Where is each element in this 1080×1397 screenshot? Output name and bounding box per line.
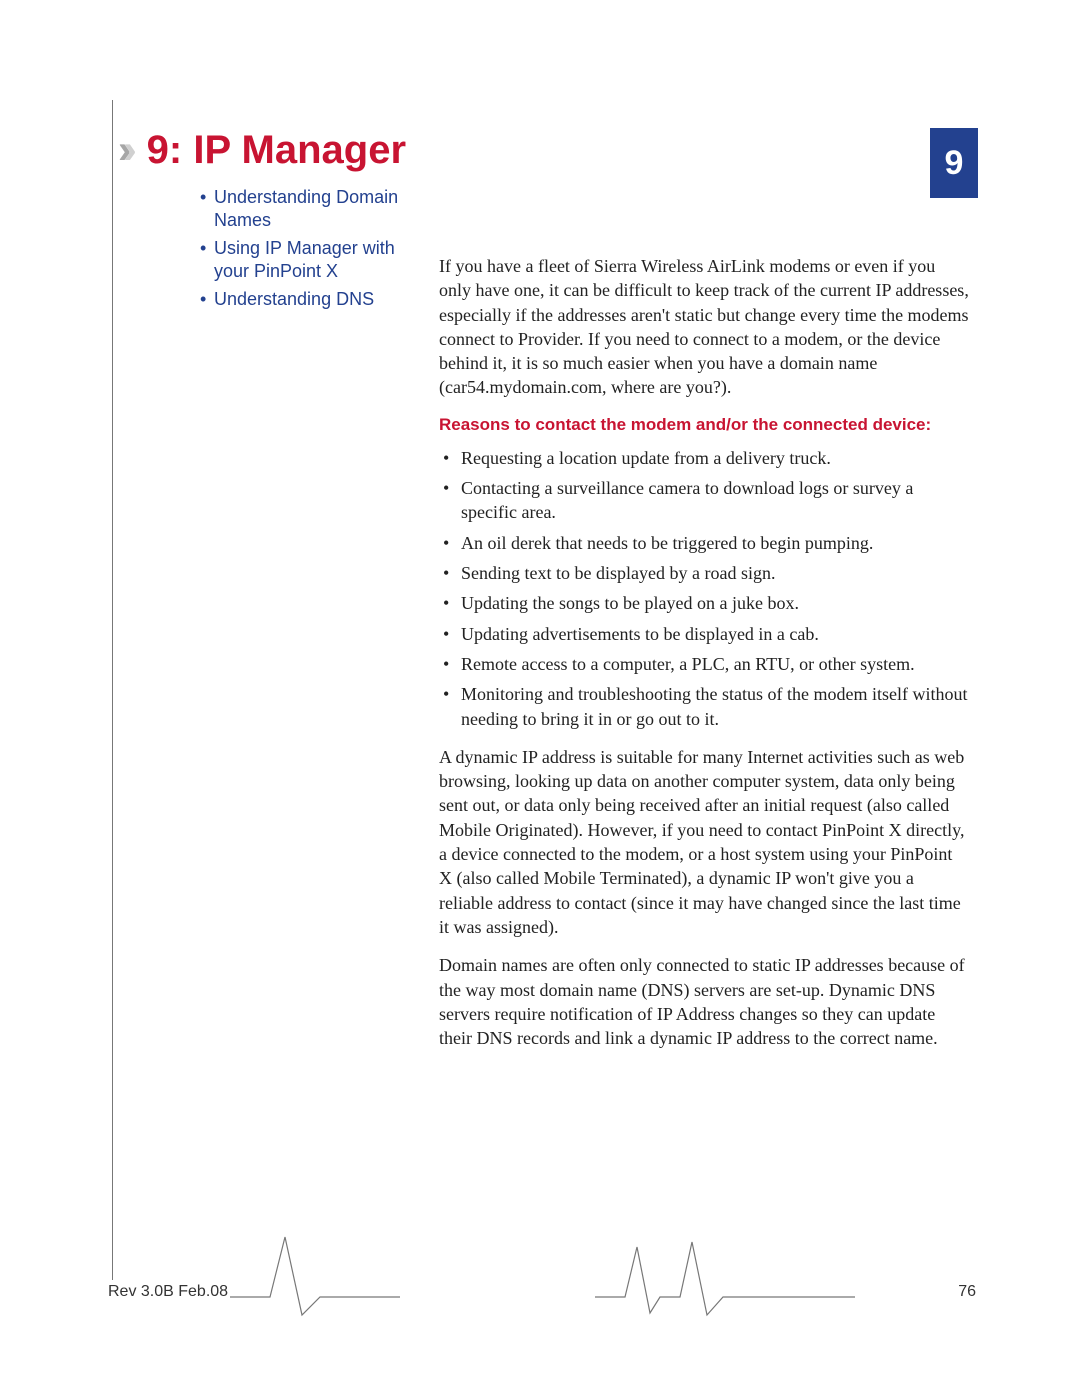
page: 9 ›› 9: IP Manager • Understanding Domai…	[0, 0, 1080, 1397]
toc-link[interactable]: Understanding Domain Names	[214, 186, 430, 231]
list-text: Updating advertisements to be displayed …	[461, 622, 819, 646]
chapter-title: 9: IP Manager	[147, 128, 406, 173]
list-text: Sending text to be displayed by a road s…	[461, 561, 775, 585]
paragraph: Domain names are often only connected to…	[439, 953, 969, 1050]
chevron-right-icon: ››	[118, 128, 129, 173]
bullet-icon: •	[439, 622, 461, 646]
bullet-icon: •	[439, 531, 461, 555]
list-item: •Requesting a location update from a del…	[439, 446, 969, 470]
toc-link[interactable]: Understanding DNS	[214, 288, 374, 311]
bullet-icon: •	[200, 237, 214, 260]
bullet-icon: •	[439, 591, 461, 615]
section-subhead: Reasons to contact the modem and/or the …	[439, 414, 969, 436]
bullet-icon: •	[439, 476, 461, 500]
bullet-icon: •	[439, 561, 461, 585]
list-text: Requesting a location update from a deli…	[461, 446, 831, 470]
bullet-icon: •	[200, 186, 214, 209]
reasons-list: •Requesting a location update from a del…	[439, 446, 969, 731]
toc-item[interactable]: • Understanding Domain Names	[200, 186, 430, 231]
list-text: Monitoring and troubleshooting the statu…	[461, 682, 969, 731]
chapter-toc: • Understanding Domain Names • Using IP …	[200, 186, 430, 317]
list-item: •Remote access to a computer, a PLC, an …	[439, 652, 969, 676]
footer-revision: Rev 3.0B Feb.08	[108, 1283, 228, 1301]
list-item: •Monitoring and troubleshooting the stat…	[439, 682, 969, 731]
bullet-icon: •	[439, 446, 461, 470]
ekg-decoration-left	[230, 1227, 400, 1317]
toc-link[interactable]: Using IP Manager with your PinPoint X	[214, 237, 430, 282]
list-item: •Sending text to be displayed by a road …	[439, 561, 969, 585]
list-text: Updating the songs to be played on a juk…	[461, 591, 799, 615]
toc-item[interactable]: • Using IP Manager with your PinPoint X	[200, 237, 430, 282]
list-text: Contacting a surveillance camera to down…	[461, 476, 969, 525]
chapter-badge: 9	[930, 128, 978, 198]
footer-page-number: 76	[958, 1283, 976, 1301]
chapter-number: 9	[945, 144, 964, 183]
paragraph: A dynamic IP address is suitable for man…	[439, 745, 969, 939]
bullet-icon: •	[200, 288, 214, 311]
list-item: •An oil derek that needs to be triggered…	[439, 531, 969, 555]
chapter-title-row: ›› 9: IP Manager	[118, 128, 406, 173]
ekg-decoration-right	[595, 1227, 855, 1317]
toc-item[interactable]: • Understanding DNS	[200, 288, 430, 311]
margin-rule	[112, 100, 113, 1280]
intro-paragraph: If you have a fleet of Sierra Wireless A…	[439, 254, 969, 400]
list-text: An oil derek that needs to be triggered …	[461, 531, 873, 555]
list-item: •Updating the songs to be played on a ju…	[439, 591, 969, 615]
list-text: Remote access to a computer, a PLC, an R…	[461, 652, 915, 676]
list-item: •Updating advertisements to be displayed…	[439, 622, 969, 646]
bullet-icon: •	[439, 652, 461, 676]
body-text: If you have a fleet of Sierra Wireless A…	[439, 254, 969, 1064]
list-item: •Contacting a surveillance camera to dow…	[439, 476, 969, 525]
bullet-icon: •	[439, 682, 461, 706]
